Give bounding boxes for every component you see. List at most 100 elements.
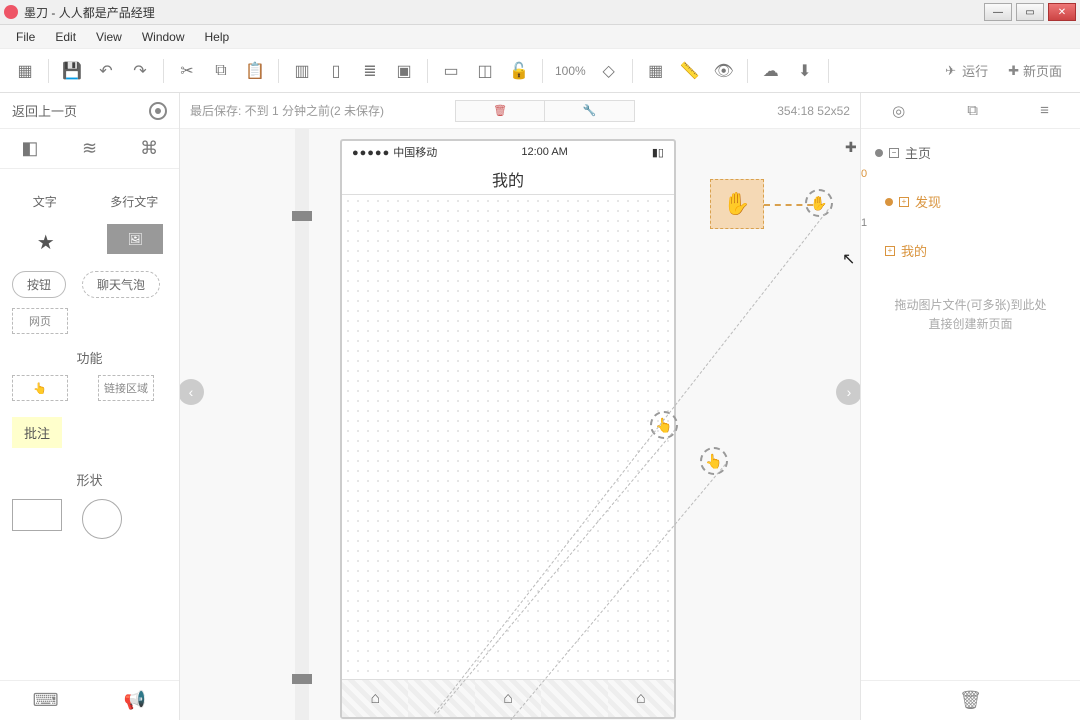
order-marker: 0	[861, 168, 867, 180]
menu-window[interactable]: Window	[132, 27, 195, 47]
selection-coords: 354:18 52x52	[777, 104, 850, 118]
trash-icon[interactable]: 🗑	[959, 690, 982, 711]
ruler-marker[interactable]	[292, 211, 312, 221]
device-frame[interactable]: ●●●●● 中国移动 12:00 AM ▮▯ 我的 ⌂ ⌂ ⌂	[340, 139, 676, 719]
menu-file[interactable]: File	[6, 27, 45, 47]
component-rectangle[interactable]	[12, 499, 62, 531]
tabbar-home-icon[interactable]: ⌂	[475, 680, 541, 717]
ungroup-icon[interactable]: ◫	[468, 54, 502, 88]
component-image[interactable]: 🖼	[107, 224, 163, 254]
device-nav-title: 我的	[342, 163, 674, 195]
component-webpage[interactable]: 网页	[12, 308, 68, 334]
gesture-hotspot[interactable]: 👆	[650, 411, 678, 439]
menu-bar: File Edit View Window Help	[0, 25, 1080, 49]
layers-icon[interactable]: ▣	[387, 54, 421, 88]
next-page-arrow[interactable]: ›	[836, 379, 860, 405]
eraser-icon[interactable]: ◇	[592, 54, 626, 88]
zoom-level[interactable]: 100%	[549, 64, 592, 78]
align-center-icon[interactable]: ▯	[319, 54, 353, 88]
tab-modules-icon[interactable]: ⌘	[137, 137, 161, 161]
expand-icon[interactable]: +	[899, 197, 909, 207]
device-body[interactable]	[342, 195, 674, 679]
component-annotation[interactable]: 批注	[12, 417, 62, 448]
component-link-area[interactable]: 链接区域	[98, 375, 154, 401]
component-multiline-text[interactable]: 多行文字	[104, 187, 164, 216]
tabbar-slot[interactable]	[408, 680, 474, 717]
add-page-icon[interactable]: ✚	[845, 139, 857, 156]
app-logo-icon	[4, 5, 18, 19]
panel-tab-menu-icon[interactable]: ≡	[1040, 102, 1049, 119]
redo-icon[interactable]: ↷	[123, 54, 157, 88]
run-button[interactable]: ✈ 运行	[935, 61, 998, 80]
rocket-icon: ✈	[945, 63, 956, 79]
panel-tab-copy-icon[interactable]: ⧉	[967, 102, 978, 119]
component-chat-bubble[interactable]: 聊天气泡	[82, 271, 160, 298]
canvas-area[interactable]: ‹ › ●●●●● 中国移动 12:00 AM ▮▯ 我的 ⌂ ⌂ ⌂ ✋	[180, 129, 860, 720]
menu-view[interactable]: View	[86, 27, 132, 47]
link-target-handle[interactable]: ✋	[805, 189, 833, 217]
tabbar-home-icon[interactable]: ⌂	[608, 680, 674, 717]
maximize-button[interactable]: ▭	[1016, 3, 1044, 21]
copy-icon[interactable]: ⧉	[204, 54, 238, 88]
back-link[interactable]: 返回上一页	[12, 101, 77, 120]
prev-page-arrow[interactable]: ‹	[180, 379, 204, 405]
grid-icon[interactable]: ▦	[8, 54, 42, 88]
toggle-grid-icon[interactable]: ▦	[639, 54, 673, 88]
ruler-icon[interactable]: 📏	[673, 54, 707, 88]
collapse-icon[interactable]: −	[889, 148, 899, 158]
component-text[interactable]: 文字	[15, 187, 75, 216]
components-panel: 返回上一页 ◧ ≋ ⌘ 文字 多行文字 ★ 🖼 按钮 聊天气泡 网页 功能	[0, 93, 180, 720]
toolbar: ▦ 💾 ↶ ↷ ✂ ⧉ 📋 ▥ ▯ ≣ ▣ ▭ ◫ 🔓 100% ◇ ▦ 📏 👁…	[0, 49, 1080, 93]
group-icon[interactable]: ▭	[434, 54, 468, 88]
menu-help[interactable]: Help	[195, 27, 240, 47]
new-page-button[interactable]: ✚ 新页面	[998, 61, 1072, 80]
page-node-discover[interactable]: + 发现	[871, 186, 1070, 217]
page-node-home[interactable]: − 主页	[871, 137, 1070, 168]
visibility-icon[interactable]: 👁	[707, 54, 741, 88]
window-title: 墨刀 - 人人都是产品经理	[24, 4, 155, 21]
selected-gesture-element[interactable]: ✋	[710, 179, 764, 229]
drop-hint: 拖动图片文件(可多张)到此处 直接创建新页面	[871, 296, 1070, 334]
align-left-icon[interactable]: ▥	[285, 54, 319, 88]
tabbar-home-icon[interactable]: ⌂	[342, 680, 408, 717]
tabbar-slot[interactable]	[541, 680, 607, 717]
paste-icon[interactable]: 📋	[238, 54, 272, 88]
canvas-tab-delete[interactable]: 🗑	[455, 100, 545, 122]
section-shapes: 形状	[0, 470, 179, 489]
node-dot-icon	[875, 149, 883, 157]
gesture-hotspot[interactable]: 👆	[700, 447, 728, 475]
device-tabbar: ⌂ ⌂ ⌂	[342, 679, 674, 717]
component-button[interactable]: 按钮	[12, 271, 66, 298]
expand-icon[interactable]: +	[885, 246, 895, 256]
cloud-upload-icon[interactable]: ☁	[754, 54, 788, 88]
node-dot-icon	[885, 198, 893, 206]
cut-icon[interactable]: ✂	[170, 54, 204, 88]
component-star-icon[interactable]: ★	[16, 224, 76, 261]
close-button[interactable]: ✕	[1048, 3, 1076, 21]
menu-edit[interactable]: Edit	[45, 27, 86, 47]
undo-icon[interactable]: ↶	[89, 54, 123, 88]
page-node-mine[interactable]: + 我的	[871, 235, 1070, 266]
target-icon[interactable]	[149, 102, 167, 120]
pages-panel: ◎ ⧉ ≡ ✚ − 主页 0 + 发现 1 + 我的	[860, 93, 1080, 720]
component-circle[interactable]	[82, 499, 122, 539]
download-icon[interactable]: ⬇	[788, 54, 822, 88]
signal-icon: ●●●●●	[352, 147, 390, 159]
lock-icon[interactable]: 🔓	[502, 54, 536, 88]
title-bar: 墨刀 - 人人都是产品经理 — ▭ ✕	[0, 0, 1080, 25]
announce-icon[interactable]: 📢	[124, 690, 146, 711]
keyboard-icon[interactable]: ⌨	[33, 690, 59, 711]
save-icon[interactable]: 💾	[55, 54, 89, 88]
tab-database-icon[interactable]: ≋	[77, 137, 101, 161]
align-right-icon[interactable]: ≣	[353, 54, 387, 88]
panel-tab-target-icon[interactable]: ◎	[892, 102, 905, 120]
ruler-marker[interactable]	[292, 674, 312, 684]
tab-cube-icon[interactable]: ◧	[18, 137, 42, 161]
device-time: 12:00 AM	[521, 146, 567, 158]
battery-icon: ▮▯	[652, 146, 664, 159]
minimize-button[interactable]: —	[984, 3, 1012, 21]
order-marker: 1	[861, 217, 867, 229]
canvas-tab-tool[interactable]: 🔧	[545, 100, 635, 122]
canvas: 最后保存: 不到 1 分钟之前(2 未保存) 🗑 🔧 354:18 52x52 …	[180, 93, 860, 720]
component-tap-gesture[interactable]: 👆	[12, 375, 68, 401]
